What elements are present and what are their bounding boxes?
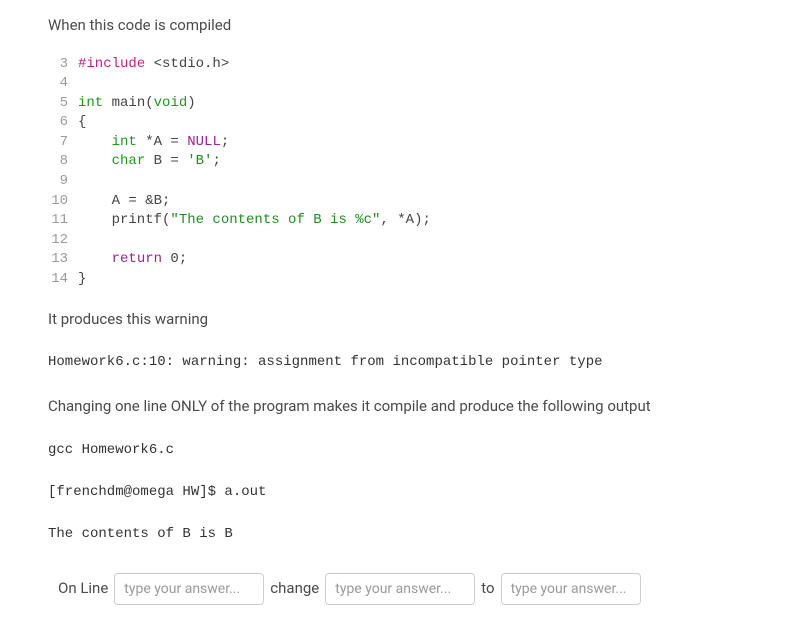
- code-line: 9: [48, 172, 746, 192]
- token-op: ): [187, 95, 195, 111]
- code-line: 3#include <stdio.h>: [48, 55, 746, 75]
- code-content: printf("The contents of B is %c", *A);: [78, 211, 431, 231]
- line-number: 13: [48, 250, 78, 270]
- token-op: [103, 95, 111, 111]
- label-change: change: [270, 577, 319, 600]
- token-op: {: [78, 114, 86, 130]
- token-op: ;: [221, 134, 229, 150]
- token-null-kw: NULL: [187, 134, 221, 150]
- code-block: 3#include <stdio.h>45int main(void)6{7 i…: [48, 55, 746, 290]
- code-content: A = &B;: [78, 192, 170, 212]
- token-ident: main: [112, 95, 146, 111]
- line-number: 8: [48, 152, 78, 172]
- code-line: 13 return 0;: [48, 250, 746, 270]
- token-type: void: [154, 95, 188, 111]
- code-line: 11 printf("The contents of B is %c", *A)…: [48, 211, 746, 231]
- line-number: 3: [48, 55, 78, 75]
- token-op: ;: [212, 153, 220, 169]
- token-op: A = &B;: [78, 193, 170, 209]
- token-op: [78, 251, 112, 267]
- code-content: }: [78, 270, 86, 290]
- token-type: int: [78, 95, 103, 111]
- code-content: int main(void): [78, 94, 196, 114]
- intro-text: When this code is compiled: [48, 14, 746, 37]
- line-number: 11: [48, 211, 78, 231]
- warning-intro: It produces this warning: [48, 308, 746, 331]
- token-type: int: [112, 134, 137, 150]
- line-number: 4: [48, 74, 78, 94]
- token-op: [78, 134, 112, 150]
- token-type: char: [112, 153, 146, 169]
- token-op: [78, 153, 112, 169]
- terminal-output: gcc Homework6.c [frenchdm@omega HW]$ a.o…: [48, 440, 746, 545]
- token-op: 0;: [162, 251, 187, 267]
- code-line: 14}: [48, 270, 746, 290]
- token-op: , *A);: [380, 212, 430, 228]
- token-op: <stdio.h>: [145, 56, 229, 72]
- code-line: 12: [48, 231, 746, 251]
- token-char-lit: 'B': [187, 153, 212, 169]
- label-on-line: On Line: [58, 577, 108, 600]
- code-line: 7 int *A = NULL;: [48, 133, 746, 153]
- token-keyword: return: [112, 251, 162, 267]
- label-to: to: [481, 577, 494, 600]
- code-line: 4: [48, 74, 746, 94]
- compiler-warning: Homework6.c:10: warning: assignment from…: [48, 352, 746, 373]
- line-number: 10: [48, 192, 78, 212]
- line-number: 6: [48, 113, 78, 133]
- token-op: printf(: [78, 212, 170, 228]
- code-content: int *A = NULL;: [78, 133, 229, 153]
- token-string: "The contents of B is %c": [170, 212, 380, 228]
- code-line: 10 A = &B;: [48, 192, 746, 212]
- code-line: 8 char B = 'B';: [48, 152, 746, 172]
- change-instruction: Changing one line ONLY of the program ma…: [48, 395, 746, 418]
- line-number: 12: [48, 231, 78, 251]
- code-line: 5int main(void): [48, 94, 746, 114]
- token-op: *A =: [137, 134, 187, 150]
- token-preproc: #include: [78, 56, 145, 72]
- line-number: 7: [48, 133, 78, 153]
- code-line: 6{: [48, 113, 746, 133]
- token-op: B =: [145, 153, 187, 169]
- line-number: 14: [48, 270, 78, 290]
- code-content: #include <stdio.h>: [78, 55, 229, 75]
- code-content: {: [78, 113, 86, 133]
- line-number: 5: [48, 94, 78, 114]
- line-number: 9: [48, 172, 78, 192]
- code-content: char B = 'B';: [78, 152, 221, 172]
- token-op: (: [145, 95, 153, 111]
- token-op: }: [78, 271, 86, 287]
- code-content: return 0;: [78, 250, 187, 270]
